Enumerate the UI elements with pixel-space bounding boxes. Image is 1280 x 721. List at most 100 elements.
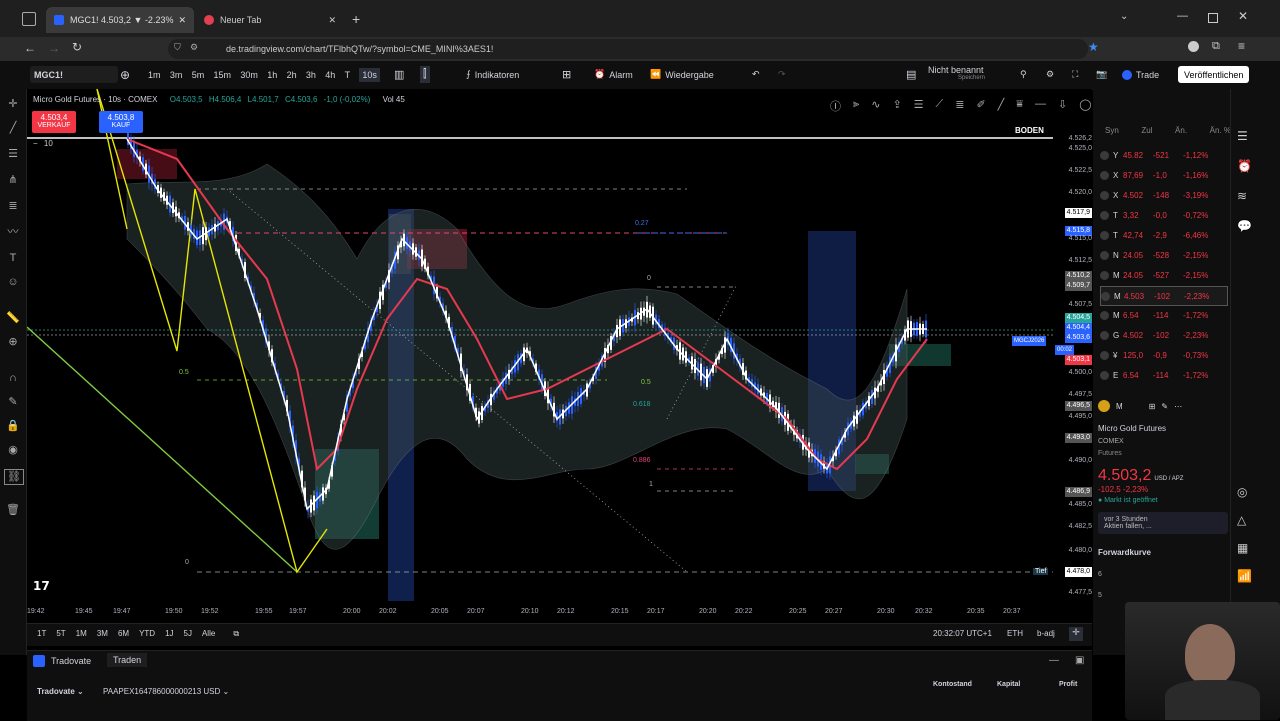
snapshot-icon[interactable]: 📷 [1096,66,1107,83]
watchlist-row[interactable]: X 4.502 -148 -3,19% [1100,186,1226,204]
range-item[interactable]: 1M [76,629,87,639]
range-item[interactable]: Alle [202,629,215,639]
chat-icon[interactable]: 💬 [1237,219,1252,233]
quick-search-icon[interactable]: ⚲ [1020,66,1027,83]
extensions-icon[interactable]: ⧉ [1212,40,1220,53]
menu-icon[interactable]: ≡ [1238,39,1245,53]
chart-pane[interactable]: Micro Gold Futures · 10s · COMEX O4.503,… [27,89,1092,623]
site-info-icon[interactable]: ⚙ [190,42,198,53]
horizontal-lines-icon[interactable]: ☰ [4,147,22,161]
clock[interactable]: 20:32:07 UTC+1 [933,629,992,638]
calendar-icon[interactable]: ▦ [1237,541,1248,555]
watchlist-row[interactable]: M 6.54 -114 -1,72% [1100,306,1226,324]
range-item[interactable]: 5J [184,629,192,639]
chart-type-icon[interactable]: ▥ [394,66,404,83]
watchlist-row[interactable]: E 6.54 -114 -1,72% [1100,366,1226,384]
settings-icon[interactable]: ⚙ [1046,66,1054,83]
range-item[interactable]: 3M [97,629,108,639]
reload-icon[interactable]: ↻ [72,40,82,54]
edit-icon[interactable]: ✎ [1161,402,1168,411]
back-icon[interactable]: ← [24,41,36,55]
legend-title[interactable]: Micro Gold Futures · 10s · COMEX [33,95,157,104]
link-icon[interactable]: ⛓ [4,469,24,485]
lines-icon[interactable]: ☰ [914,98,924,116]
circle-icon[interactable]: ◯ [1079,98,1091,116]
interval-item[interactable]: 4h [325,70,335,80]
watchlist-row[interactable]: T 42,74 -2,9 -6,46% [1100,226,1226,244]
triangle-icon[interactable]: △ [1237,513,1246,527]
browser-tab[interactable]: Neuer Tab ✕ [196,7,344,33]
trade-tab[interactable]: Traden [107,653,148,667]
watchlist-icon[interactable]: ☰ [1237,129,1248,143]
watchlist-row[interactable]: N 24.05 -528 -2,15% [1100,246,1226,264]
grid-icon[interactable]: ⊞ [1149,402,1156,411]
minimize-button[interactable]: — [1177,10,1188,22]
layers-icon[interactable]: ≋ [1237,189,1247,203]
alerts-icon[interactable]: ⏰ [1237,159,1252,173]
more-icon[interactable]: ⋯ [1174,402,1182,411]
fork-icon[interactable]: ⫸ [853,98,859,116]
publish-button[interactable]: Veröffentlichen [1178,66,1250,83]
minus-icon[interactable]: − [33,139,38,148]
close-icon[interactable]: ✕ [328,15,336,26]
watchlist-row[interactable]: T 3,32 -0,0 -0,72% [1100,206,1226,224]
interval-item[interactable]: 30m [240,70,258,80]
text-tool-icon[interactable]: Ⓘ [830,98,841,116]
interval-item[interactable]: 5m [192,70,205,80]
broker-select[interactable]: Tradovate ⌄ [37,687,84,696]
price-axis[interactable]: 4.526,2 4.525,0 4.522,5 4.520,0 4.517,9 … [1053,123,1092,613]
range-item[interactable]: YTD [139,629,155,639]
quantity-field[interactable]: − 10 [33,139,53,148]
sidebar-toggle-icon[interactable] [22,12,36,26]
zoom-icon[interactable]: ⊕ [4,335,22,349]
target-icon[interactable]: ◎ [1237,485,1247,499]
text-icon[interactable]: T [4,251,22,265]
templates-icon[interactable]: ⊞ [562,66,571,83]
col-change-pct[interactable]: Än. % [1210,126,1231,135]
buy-button[interactable]: 4.503,8 KAUF [99,111,143,133]
interval-item[interactable]: 1h [267,70,277,80]
layout-name[interactable]: Nicht benannt Speichern [928,65,985,81]
crosshair-icon[interactable]: ✛ [4,97,22,111]
range-item[interactable]: 6M [118,629,129,639]
wave-icon[interactable]: ∿ [871,98,880,116]
trendline-icon[interactable]: ╱ [4,121,22,135]
interval-item[interactable]: T [345,70,351,80]
fullscreen-icon[interactable]: ⛶ [1072,66,1078,83]
minus-tool-icon[interactable]: — [1035,98,1046,116]
eye-icon[interactable]: ◉ [4,443,22,457]
profile-icon[interactable] [1188,41,1199,52]
interval-item[interactable]: 3h [306,70,316,80]
trade-button[interactable]: Trade [1122,66,1159,83]
indicators-button[interactable]: ⨍ Indikatoren [466,66,519,83]
alarm-button[interactable]: ⏰ Alarm [594,66,633,83]
range-item[interactable]: 5T [56,629,65,639]
browser-tab-active[interactable]: MGC1! 4.503,2 ▼ -2.23% Nicht ✕ [46,7,194,33]
col-last[interactable]: Zul [1141,126,1152,135]
new-tab-button[interactable]: + [352,11,360,27]
auto-scale-icon[interactable]: ✛ [1069,627,1083,641]
pitchfork-icon[interactable]: ⋔ [4,173,22,187]
trash-icon[interactable]: 🗑 [4,503,22,517]
interval-item[interactable]: 1m [148,70,161,80]
tab-search-icon[interactable]: ⌄ [1120,11,1128,22]
interval-item[interactable]: 2h [287,70,297,80]
sell-button[interactable]: 4.503,4 VERKAUF [32,111,76,133]
details-name[interactable]: Micro Gold Futures [1098,424,1228,433]
signal-icon[interactable]: 📶 [1237,569,1252,583]
brush-icon[interactable]: ✐ [976,98,985,116]
broker-tab[interactable]: Tradovate [33,655,91,667]
replay-button[interactable]: ⏪ Wiedergabe [650,66,714,83]
range-item[interactable]: 1T [37,629,46,639]
layout-icon[interactable]: ▤ [906,66,916,83]
forward-icon[interactable]: → [48,41,60,55]
ruler-icon[interactable]: 📏 [4,311,22,325]
undo-icon[interactable]: ↶ [752,66,760,83]
pencil-icon[interactable]: ✎ [4,395,22,409]
add-compare-icon[interactable]: ⊕ [120,66,130,83]
url-field[interactable]: ⛉ ⚙ de.tradingview.com/chart/TFlbhQTw/?s… [168,39,1088,59]
down-arrow-icon[interactable]: ⇩ [1058,98,1067,116]
session-toggle[interactable]: ETH [1007,629,1023,638]
pattern-icon[interactable]: 〰 [4,225,22,239]
fib-icon[interactable]: ≣ [4,199,22,213]
